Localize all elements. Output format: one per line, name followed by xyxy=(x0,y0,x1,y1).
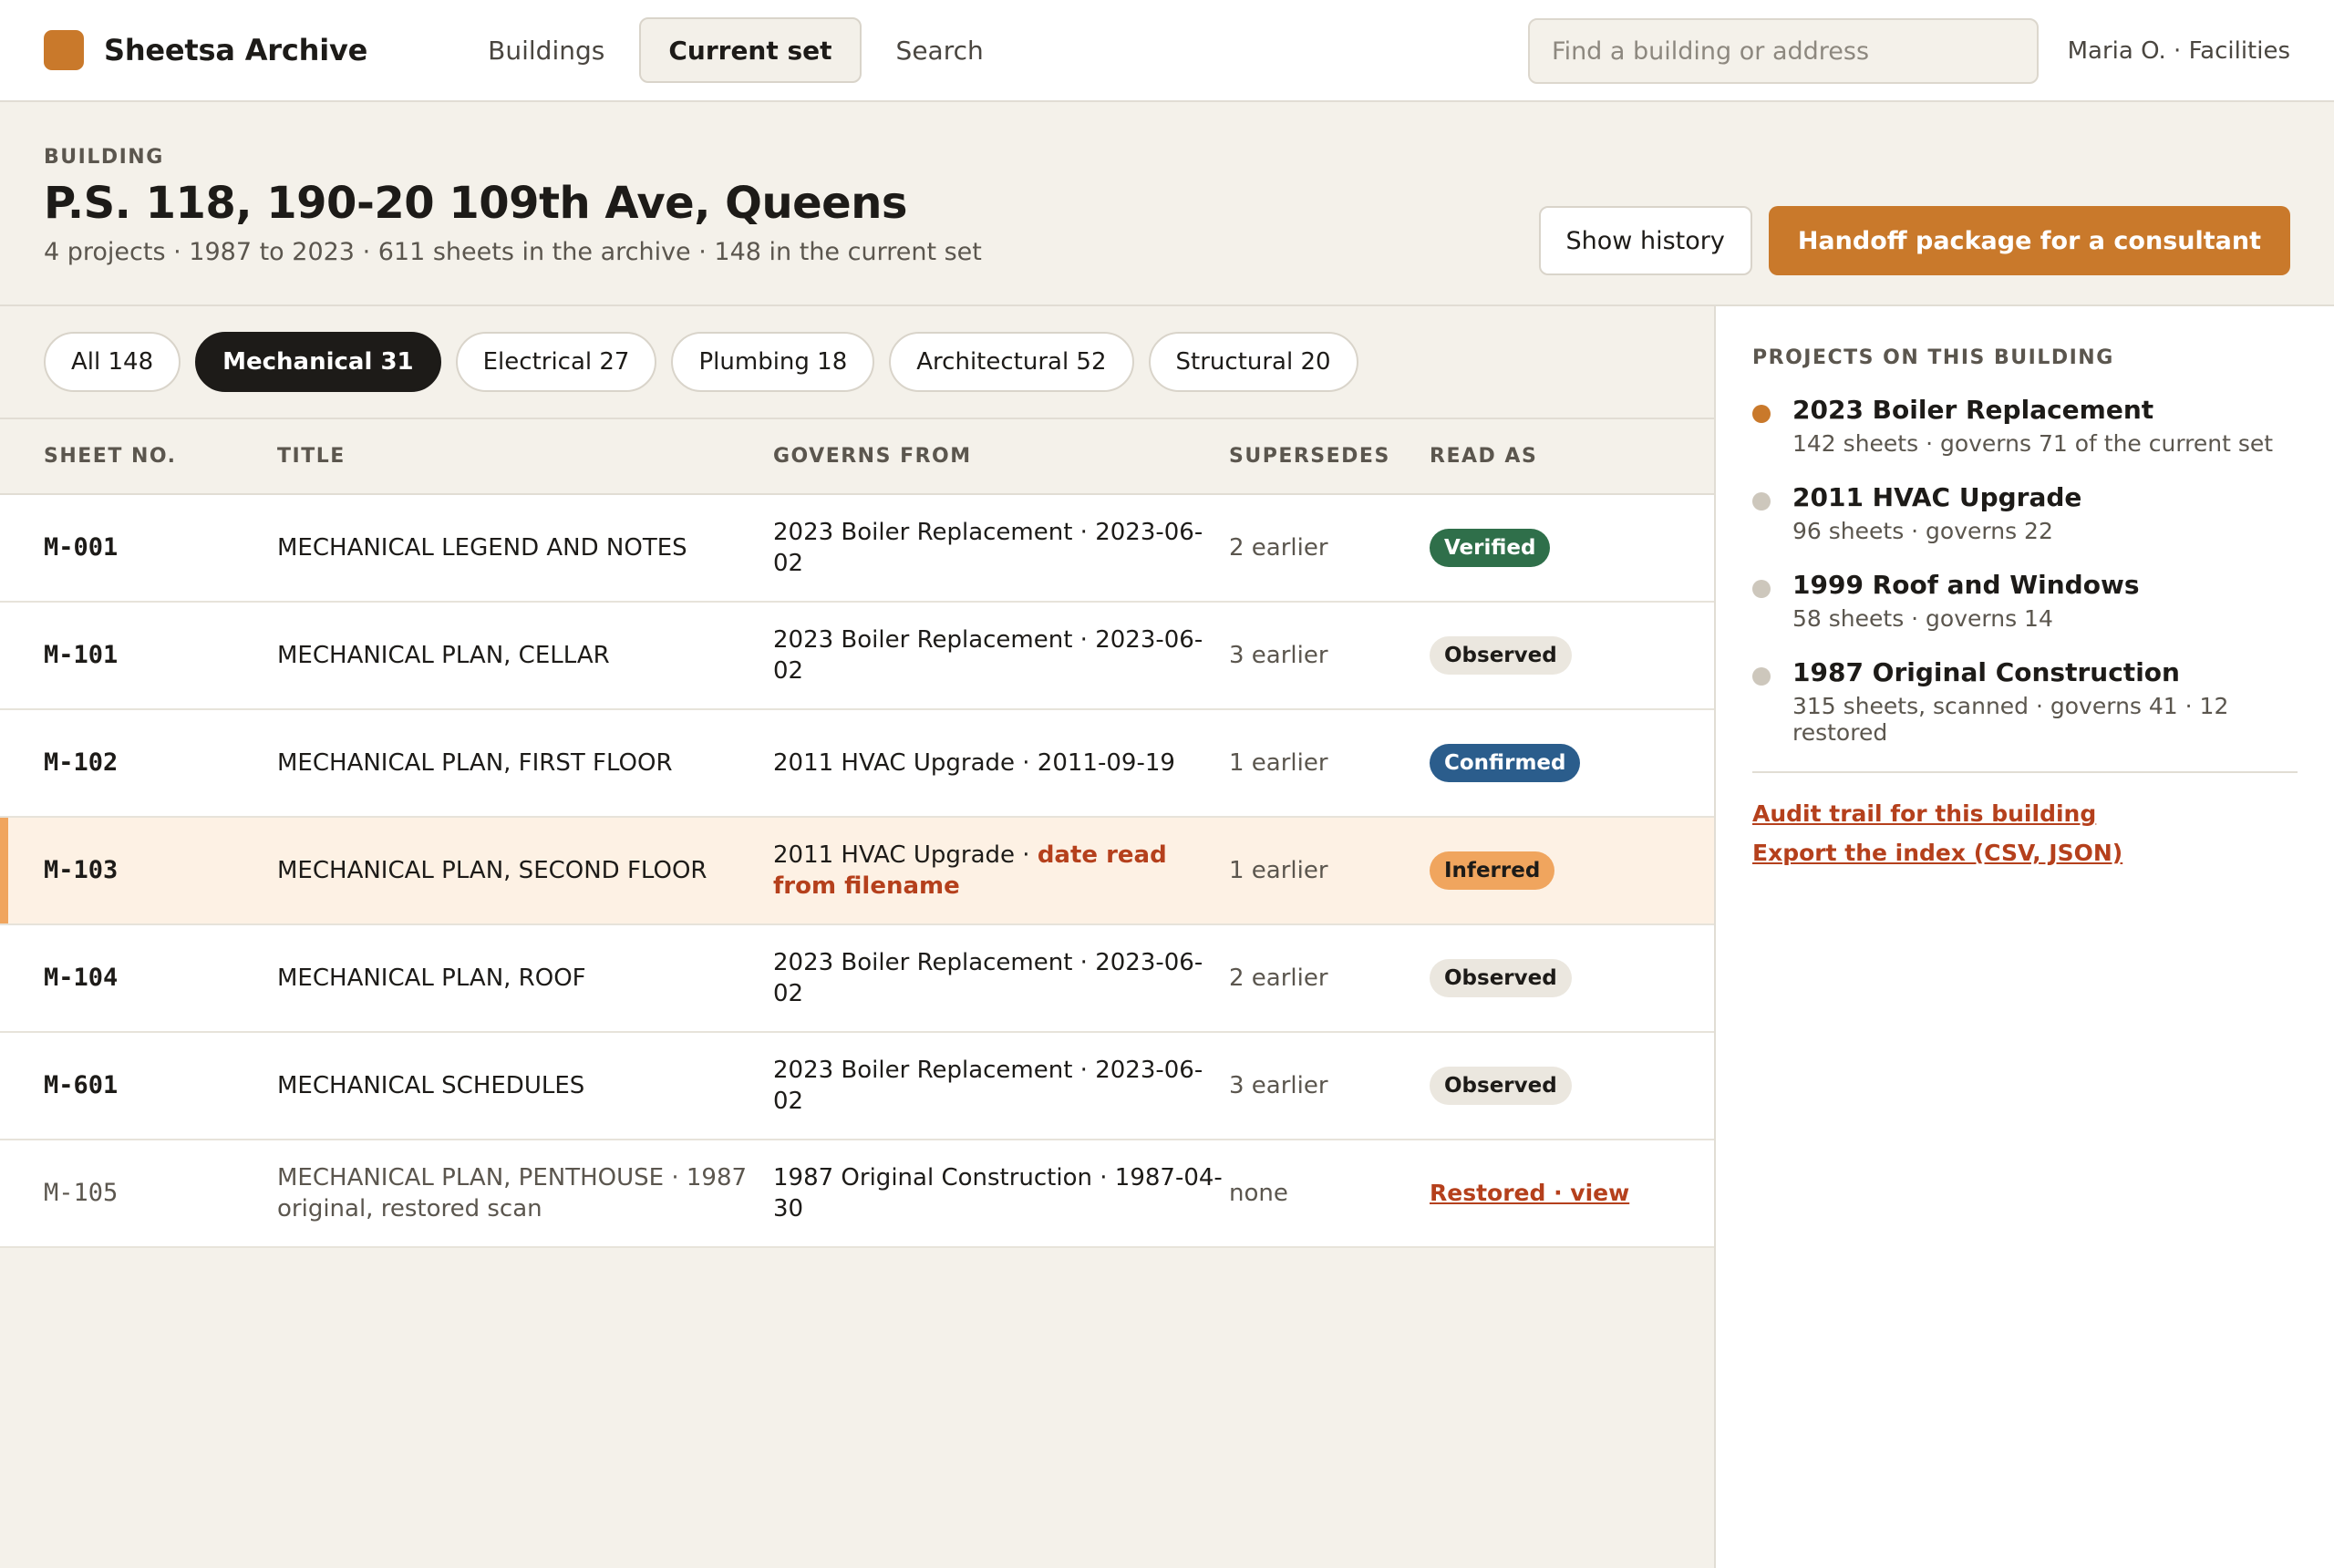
project-name: 1987 Original Construction xyxy=(1792,657,2180,687)
governs-from: 2011 HVAC Upgrade · xyxy=(773,841,1038,869)
header-actions: Show history Handoff package for a consu… xyxy=(1538,206,2290,275)
brand[interactable]: Sheetsa Archive xyxy=(44,30,367,70)
status-badge: Confirmed xyxy=(1430,744,1581,782)
sheets-table: SHEET NO. TITLE GOVERNS FROM SUPERSEDES … xyxy=(0,419,1714,1248)
sidebar-heading: PROJECTS ON THIS BUILDING xyxy=(1752,346,2114,369)
col-read-as[interactable]: READ AS xyxy=(1430,419,1714,494)
project-item[interactable]: 1999 Roof and Windows 58 sheets · govern… xyxy=(1752,570,2298,632)
supersedes: 2 earlier xyxy=(1229,534,1328,562)
handoff-package-button[interactable]: Handoff package for a consultant xyxy=(1768,206,2290,275)
audit-trail-link[interactable]: Audit trail for this building xyxy=(1752,800,2298,827)
supersedes: 3 earlier xyxy=(1229,1072,1328,1099)
top-bar: Sheetsa Archive Buildings Current set Se… xyxy=(0,0,2334,102)
filter-plumbing[interactable]: Plumbing 18 xyxy=(671,332,875,392)
project-meta: 315 sheets, scanned · governs 41 · 12 re… xyxy=(1792,693,2229,746)
sheet-number: M-001 xyxy=(44,533,119,562)
table-row[interactable]: M-104 MECHANICAL PLAN, ROOF 2023 Boiler … xyxy=(0,924,1714,1032)
sheet-title: MECHANICAL LEGEND AND NOTES xyxy=(277,534,687,562)
nav-current-set[interactable]: Current set xyxy=(639,17,862,83)
user-menu[interactable]: Maria O. · Facilities xyxy=(2068,0,2290,102)
brand-logo-icon xyxy=(44,30,84,70)
governs-from: 2023 Boiler Replacement · 2023-06-02 xyxy=(773,949,1203,1007)
main-nav: Buildings Current set Search xyxy=(459,17,1018,83)
project-dot-icon xyxy=(1752,667,1771,686)
sheet-title: MECHANICAL PLAN, FIRST FLOOR xyxy=(277,749,673,777)
project-dot-icon xyxy=(1752,492,1771,511)
sheet-title: MECHANICAL SCHEDULES xyxy=(277,1072,585,1099)
project-dot-icon xyxy=(1752,580,1771,598)
project-name: 2011 HVAC Upgrade xyxy=(1792,482,2082,512)
filter-all[interactable]: All 148 xyxy=(44,332,181,392)
project-name: 1999 Roof and Windows xyxy=(1792,570,2140,600)
col-title[interactable]: TITLE xyxy=(277,419,773,494)
sheet-title: MECHANICAL PLAN, SECOND FLOOR xyxy=(277,857,707,884)
col-sheet-no[interactable]: SHEET NO. xyxy=(0,419,277,494)
projects-sidebar: PROJECTS ON THIS BUILDING 2023 Boiler Re… xyxy=(1714,306,2334,1568)
sheet-number: M-601 xyxy=(44,1071,119,1099)
show-history-button[interactable]: Show history xyxy=(1538,206,1752,275)
export-index-link[interactable]: Export the index (CSV, JSON) xyxy=(1752,840,2298,866)
nav-search[interactable]: Search xyxy=(867,17,1013,83)
project-meta: 96 sheets · governs 22 xyxy=(1792,518,2053,544)
sheet-number: M-101 xyxy=(44,641,119,669)
governs-from: 1987 Original Construction · 1987-04-30 xyxy=(773,1164,1223,1222)
building-kicker: BUILDING xyxy=(44,146,164,169)
discipline-filters: All 148 Mechanical 31 Electrical 27 Plum… xyxy=(0,306,1714,419)
sheet-number: M-105 xyxy=(44,1179,119,1207)
filter-structural[interactable]: Structural 20 xyxy=(1148,332,1358,392)
project-name: 2023 Boiler Replacement xyxy=(1792,395,2154,425)
table-header: SHEET NO. TITLE GOVERNS FROM SUPERSEDES … xyxy=(0,419,1714,494)
active-project-dot-icon xyxy=(1752,405,1771,423)
project-item[interactable]: 2011 HVAC Upgrade 96 sheets · governs 22 xyxy=(1752,482,2298,544)
governs-from: 2023 Boiler Replacement · 2023-06-02 xyxy=(773,1057,1203,1115)
sheet-number: M-102 xyxy=(44,748,119,777)
sheet-title: MECHANICAL PLAN, PENTHOUSE · 1987 origin… xyxy=(277,1164,748,1222)
table-row[interactable]: M-001 MECHANICAL LEGEND AND NOTES 2023 B… xyxy=(0,494,1714,602)
status-badge: Observed xyxy=(1430,636,1572,675)
supersedes: 2 earlier xyxy=(1229,965,1328,992)
project-meta: 58 sheets · governs 14 xyxy=(1792,605,2053,632)
sheet-title: MECHANICAL PLAN, CELLAR xyxy=(277,642,610,669)
col-governs-from[interactable]: GOVERNS FROM xyxy=(773,419,1229,494)
table-row[interactable]: M-105 MECHANICAL PLAN, PENTHOUSE · 1987 … xyxy=(0,1140,1714,1247)
project-item[interactable]: 1987 Original Construction 315 sheets, s… xyxy=(1752,657,2298,746)
status-badge: Observed xyxy=(1430,1067,1572,1105)
filter-architectural[interactable]: Architectural 52 xyxy=(889,332,1134,392)
table-row[interactable]: M-601 MECHANICAL SCHEDULES 2023 Boiler R… xyxy=(0,1032,1714,1140)
status-badge: Verified xyxy=(1430,529,1551,567)
table-row[interactable]: M-102 MECHANICAL PLAN, FIRST FLOOR 2011 … xyxy=(0,709,1714,817)
supersedes: 1 earlier xyxy=(1229,749,1328,777)
governs-from: 2023 Boiler Replacement · 2023-06-02 xyxy=(773,626,1203,685)
sheet-title: MECHANICAL PLAN, ROOF xyxy=(277,965,586,992)
filter-electrical[interactable]: Electrical 27 xyxy=(455,332,657,392)
content: All 148 Mechanical 31 Electrical 27 Plum… xyxy=(0,306,2334,1568)
project-meta: 142 sheets · governs 71 of the current s… xyxy=(1792,430,2274,457)
project-item[interactable]: 2023 Boiler Replacement 142 sheets · gov… xyxy=(1752,395,2298,457)
status-badge: Observed xyxy=(1430,959,1572,997)
nav-buildings[interactable]: Buildings xyxy=(459,17,634,83)
sheet-number: M-104 xyxy=(44,964,119,992)
governs-from: 2011 HVAC Upgrade · 2011-09-19 xyxy=(773,749,1175,777)
filter-mechanical[interactable]: Mechanical 31 xyxy=(195,332,441,392)
restored-view-link[interactable]: Restored · view xyxy=(1430,1180,1629,1206)
supersedes: 3 earlier xyxy=(1229,642,1328,669)
sheet-index: All 148 Mechanical 31 Electrical 27 Plum… xyxy=(0,306,1714,1568)
table-row[interactable]: M-103 MECHANICAL PLAN, SECOND FLOOR 2011… xyxy=(0,817,1714,924)
col-supersedes[interactable]: SUPERSEDES xyxy=(1229,419,1430,494)
status-badge: Inferred xyxy=(1430,851,1555,890)
governs-from: 2023 Boiler Replacement · 2023-06-02 xyxy=(773,519,1203,577)
building-header: BUILDING P.S. 118, 190-20 109th Ave, Que… xyxy=(0,102,2334,306)
divider xyxy=(1752,771,2298,773)
supersedes: none xyxy=(1229,1180,1288,1207)
app-name: Sheetsa Archive xyxy=(104,33,368,67)
search-input[interactable] xyxy=(1528,18,2039,84)
supersedes: 1 earlier xyxy=(1229,857,1328,884)
table-row[interactable]: M-101 MECHANICAL PLAN, CELLAR 2023 Boile… xyxy=(0,602,1714,709)
sheet-number: M-103 xyxy=(44,856,119,884)
